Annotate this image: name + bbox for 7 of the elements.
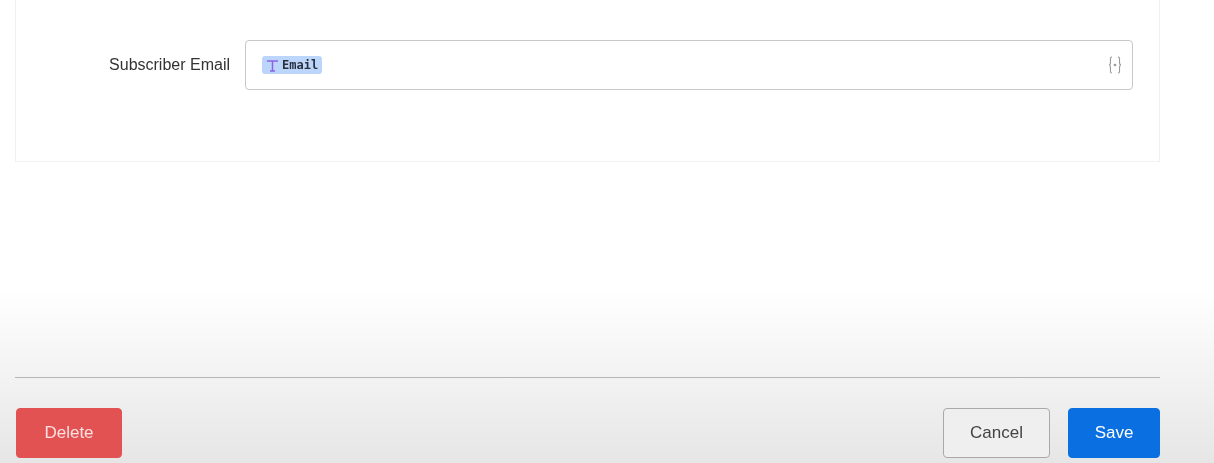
cancel-button[interactable]: Cancel [943, 408, 1050, 458]
text-icon [266, 58, 279, 72]
braces-icon[interactable] [1108, 56, 1122, 74]
variable-token[interactable]: Email [262, 56, 323, 74]
input-field[interactable]: Email [245, 40, 1133, 90]
field-label: Subscriber Email [108, 56, 231, 74]
save-button[interactable]: Save [1068, 408, 1160, 458]
